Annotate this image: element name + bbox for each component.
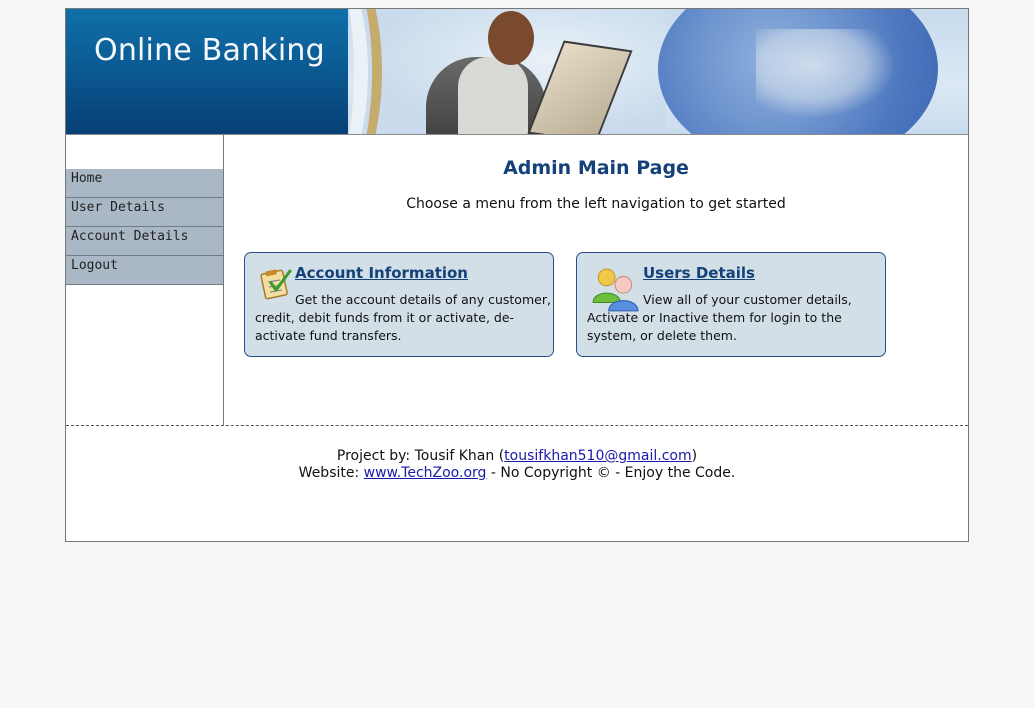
account-information-card: Account Information Get the account deta… xyxy=(244,252,554,357)
footer-project-prefix: Project by: Tousif Khan ( xyxy=(336,448,505,464)
footer-project-suffix: ) xyxy=(691,448,698,464)
main-content: Admin Main Page Choose a menu from the l… xyxy=(224,135,968,425)
footer-project-line: Project by: Tousif Khan (tousifkhan510@g… xyxy=(66,448,968,464)
banner-arc-gold xyxy=(272,9,382,134)
footer-website-line: Website: www.TechZoo.org - No Copyright … xyxy=(66,465,968,481)
footer-website-link[interactable]: www.TechZoo.org xyxy=(364,465,487,481)
sidebar-item-user-details[interactable]: User Details xyxy=(66,198,223,227)
account-information-description: Get the account details of any customer,… xyxy=(255,292,551,343)
footer-website-prefix: Website: xyxy=(298,465,364,481)
users-details-card: Users Details View all of your customer … xyxy=(576,252,886,357)
footer-email-link[interactable]: tousifkhan510@gmail.com xyxy=(504,448,691,464)
users-details-description: View all of your customer details, Activ… xyxy=(587,292,852,343)
page-title: Admin Main Page xyxy=(503,157,689,179)
users-details-link[interactable]: Users Details xyxy=(643,264,755,282)
banner-title: Online Banking xyxy=(94,33,325,68)
person-head-graphic xyxy=(488,11,534,65)
page-subtitle: Choose a menu from the left navigation t… xyxy=(406,196,786,212)
sidebar-item-home[interactable]: Home xyxy=(66,169,223,198)
footer-copyright-text: - No Copyright © - Enjoy the Code. xyxy=(486,465,736,481)
sidebar-item-logout[interactable]: Logout xyxy=(66,256,223,285)
header-banner: Online Banking xyxy=(66,9,968,135)
account-information-link[interactable]: Account Information xyxy=(295,264,468,282)
person-body-graphic xyxy=(458,57,528,134)
footer: Project by: Tousif Khan (tousifkhan510@g… xyxy=(66,425,968,542)
sidebar-item-account-details[interactable]: Account Details xyxy=(66,227,223,256)
globe-land-graphic xyxy=(756,29,896,119)
sidebar: Home User Details Account Details Logout xyxy=(66,135,224,425)
page-container: Online Banking Home User Details Account… xyxy=(65,8,969,542)
sidebar-nav: Home User Details Account Details Logout xyxy=(66,169,223,285)
